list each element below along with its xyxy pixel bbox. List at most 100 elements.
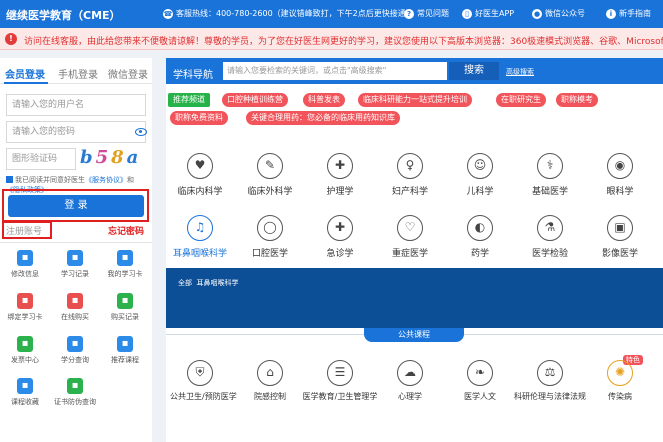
subject-label: 急诊学: [326, 249, 354, 259]
quick-link[interactable]: ▪ 我的学习卡: [100, 250, 150, 279]
captcha-char: b: [80, 147, 96, 168]
guide-link[interactable]: i 新手指南: [606, 8, 651, 19]
subject-item[interactable]: ✚ 急诊学: [310, 215, 370, 259]
subject-label: 儿科学: [466, 187, 494, 197]
tag-item[interactable]: 职称免费资料: [170, 111, 228, 125]
site-title[interactable]: 继续医学教育（CME）: [6, 7, 121, 23]
captcha-image[interactable]: b58a: [80, 147, 141, 168]
public-course-item[interactable]: ❧ 医学人文: [450, 360, 510, 402]
surgery-icon: ✎: [257, 153, 283, 179]
public-course-item[interactable]: ☰ 医学教育/卫生管理学: [300, 360, 380, 402]
quick-link-label: 在线购买: [61, 313, 89, 321]
quick-link[interactable]: ▪ 购买记录: [100, 293, 150, 322]
eye-icon: ◉: [607, 153, 633, 179]
card-icon: ▪: [117, 250, 133, 266]
agree-checkbox[interactable]: [6, 176, 13, 183]
public-courses-header: 公共课程: [364, 328, 464, 342]
breadcrumb-all[interactable]: 全部: [178, 279, 192, 287]
scales-icon: ⚖: [537, 360, 563, 386]
nursing-icon: ✚: [327, 153, 353, 179]
public-course-item[interactable]: ⌂ 院感控制: [240, 360, 300, 402]
buy-icon: ▪: [67, 293, 83, 309]
breadcrumb-current: 耳鼻咽喉科学: [196, 279, 239, 287]
obstetrics-icon: ♀: [397, 153, 423, 179]
subject-item[interactable]: ♡ 重症医学: [380, 215, 440, 259]
subject-item[interactable]: ♥ 临床内科学: [170, 153, 230, 197]
public-course-item[interactable]: ☁ 心理学: [380, 360, 440, 402]
guide-icon: i: [606, 8, 616, 19]
service-agreement-link[interactable]: 《服务协议》: [85, 176, 127, 184]
tab-wechat-login[interactable]: 微信登录: [108, 66, 148, 81]
mobile-icon: ▯: [462, 8, 472, 19]
quick-link[interactable]: ▪ 修改信息: [0, 250, 50, 279]
psychology-icon: ☁: [397, 360, 423, 386]
quick-link[interactable]: ▪ 课程收藏: [0, 378, 50, 407]
notice-text: 访问在线客服，由此给您带来不便敬请谅解！尊敬的学员，为了您在好医生网更好的学习，…: [24, 37, 663, 47]
subject-item[interactable]: ⚕ 基础医学: [520, 153, 580, 197]
captcha-char: a: [126, 147, 142, 168]
login-panel: 会员登录 手机登录 微信登录 请输入您的用户名 请输入您的密码 图形验证码 b5…: [0, 58, 152, 442]
subject-item[interactable]: ▣ 影像医学: [590, 215, 650, 259]
subject-item[interactable]: ◯ 口腔医学: [240, 215, 300, 259]
subject-nav-label[interactable]: 学科导航: [173, 66, 213, 81]
main-panel: 学科导航 请输入您要检索的关键词，或点击"高级搜索" 搜索 高级搜索 推荐频道 …: [166, 58, 663, 442]
subject-label: 眼科学: [606, 187, 634, 197]
password-input[interactable]: 请输入您的密码: [6, 121, 147, 143]
recommended-channel-tag: 推荐频道: [168, 93, 210, 107]
subject-item[interactable]: ♫ 耳鼻咽喉科学: [170, 215, 230, 259]
tab-member-login[interactable]: 会员登录: [5, 66, 45, 81]
ambulance-icon: ✚: [327, 215, 353, 241]
wechat-link[interactable]: ● 微信公众号: [532, 8, 585, 19]
quick-link-label: 证书防伪查询: [54, 398, 96, 406]
pediatrics-icon: ☺: [467, 153, 493, 179]
search-bar: 学科导航 请输入您要检索的关键词，或点击"高级搜索" 搜索 高级搜索: [166, 58, 663, 84]
public-course-item[interactable]: ⛨ 公共卫生/预防医学: [170, 360, 237, 402]
register-link[interactable]: 注册账号: [6, 224, 42, 237]
username-input[interactable]: 请输入您的用户名: [6, 94, 146, 116]
quick-link[interactable]: ▪ 在线购买: [50, 293, 100, 322]
faq-link[interactable]: ? 常见问题: [404, 8, 449, 19]
ear-icon: ♫: [187, 215, 213, 241]
quick-link[interactable]: ▪ 学习记录: [50, 250, 100, 279]
public-course-item[interactable]: ✺ 传染病: [590, 360, 650, 402]
bind-card-icon: ▪: [17, 293, 33, 309]
edit-icon: ▪: [17, 250, 33, 266]
quick-link-label: 学习记录: [61, 270, 89, 278]
hotline: ☎ 客服热线：400-780-2600（建议错峰致打，下午2点后更快接通）: [163, 8, 414, 19]
subject-item[interactable]: ☺ 儿科学: [450, 153, 510, 197]
login-tabs: 会员登录 手机登录 微信登录: [0, 58, 152, 84]
humanities-icon: ❧: [467, 360, 493, 386]
subject-item[interactable]: ♀ 妇产科学: [380, 153, 440, 197]
quick-link[interactable]: ▪ 推荐课程: [100, 336, 150, 365]
quick-link[interactable]: ▪ 学分查询: [50, 336, 100, 365]
app-link[interactable]: ▯ 好医生APP: [462, 8, 514, 19]
wechat-icon: ●: [532, 8, 542, 19]
advanced-search-link[interactable]: 高级搜索: [506, 67, 534, 77]
course-icon: ▪: [117, 336, 133, 352]
subject-item[interactable]: ◐ 药学: [450, 215, 510, 259]
subject-item[interactable]: ⚗ 医学检验: [520, 215, 580, 259]
public-course-item[interactable]: ⚖ 科研伦理与法律法规: [510, 360, 590, 402]
search-input[interactable]: 请输入您要检索的关键词，或点击"高级搜索": [223, 62, 447, 80]
subject-item[interactable]: ◉ 眼科学: [590, 153, 650, 197]
quick-link[interactable]: ▪ 证书防伪查询: [50, 378, 100, 407]
tag-item[interactable]: 在职研究生: [496, 93, 546, 107]
tag-item[interactable]: 科普发表: [303, 93, 345, 107]
captcha-input[interactable]: 图形验证码: [6, 148, 76, 170]
shield-icon: ⛨: [187, 360, 213, 386]
eye-icon[interactable]: [135, 128, 147, 136]
quick-link[interactable]: ▪ 绑定学习卡: [0, 293, 50, 322]
login-button[interactable]: 登 录: [8, 195, 144, 217]
tag-item[interactable]: 职称模考: [556, 93, 598, 107]
subject-item[interactable]: ✚ 护理学: [310, 153, 370, 197]
tag-item[interactable]: 口腔种植训练营: [222, 93, 288, 107]
subject-item[interactable]: ✎ 临床外科学: [240, 153, 300, 197]
forgot-password-link[interactable]: 忘记密码: [108, 224, 144, 237]
search-button[interactable]: 搜索: [449, 62, 499, 80]
tag-item[interactable]: 关键合理用药：您必备的临床用药知识库: [246, 111, 400, 125]
tag-item[interactable]: 临床科研能力一站式提升培训: [358, 93, 472, 107]
quick-link-label: 发票中心: [11, 356, 39, 364]
tab-phone-login[interactable]: 手机登录: [58, 66, 98, 81]
quick-link[interactable]: ▪ 发票中心: [0, 336, 50, 365]
subject-label: 护理学: [326, 187, 354, 197]
